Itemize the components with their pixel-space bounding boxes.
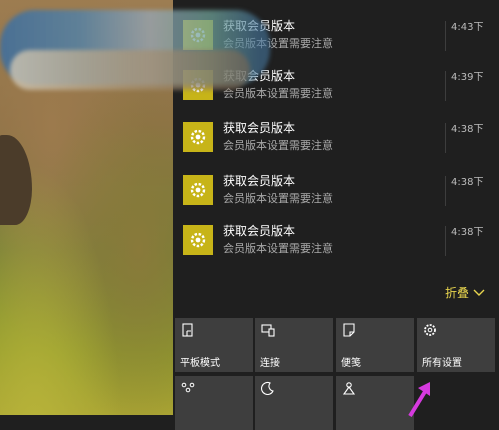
notification-time: 4:39下	[451, 72, 484, 83]
gear-icon	[183, 175, 213, 205]
notification-item[interactable]: 获取会员版本 会员版本设置需要注意 4:38下	[173, 168, 499, 218]
wallpaper-rock	[0, 135, 32, 225]
connect-tile[interactable]: 连接	[255, 318, 333, 372]
notification-time: 4:38下	[451, 177, 484, 188]
moon-icon	[261, 381, 274, 395]
notification-item[interactable]: 获取会员版本 会员版本设置需要注意 4:38下	[173, 218, 499, 268]
gear-icon	[183, 122, 213, 152]
note-icon	[343, 323, 355, 337]
divider	[445, 71, 446, 101]
notification-body: 会员版本设置需要注意	[223, 192, 333, 205]
all-settings-label: 所有设置	[422, 358, 462, 369]
note-label: 便笺	[341, 358, 361, 369]
notification-title: 获取会员版本	[223, 224, 296, 238]
notification-time: 4:43下	[451, 22, 484, 33]
notification-title: 获取会员版本	[223, 174, 296, 188]
settings-icon	[424, 324, 436, 336]
tablet-mode-icon	[182, 323, 193, 337]
notification-time: 4:38下	[451, 227, 484, 238]
connect-icon	[261, 324, 275, 337]
annotation-arrow-icon	[408, 382, 430, 418]
tablet-mode-label: 平板模式	[180, 358, 220, 369]
notification-time: 4:38下	[451, 124, 484, 135]
gear-icon	[183, 225, 213, 255]
network-tile[interactable]	[175, 376, 253, 430]
quiet-hours-tile[interactable]	[255, 376, 333, 430]
divider	[445, 21, 446, 51]
collapse-label: 折叠	[445, 286, 470, 300]
notification-item[interactable]: 获取会员版本 会员版本设置需要注意 4:38下	[173, 115, 499, 165]
divider	[445, 123, 446, 153]
divider	[445, 176, 446, 206]
chevron-down-icon	[473, 289, 485, 296]
network-icon	[181, 382, 195, 393]
notification-body: 会员版本设置需要注意	[223, 139, 333, 152]
all-settings-tile[interactable]: 所有设置	[417, 318, 495, 372]
divider	[445, 226, 446, 256]
notification-body: 会员版本设置需要注意	[223, 242, 333, 255]
collapse-button[interactable]: 折叠	[445, 284, 485, 301]
pixelated-overlay	[10, 50, 250, 90]
connect-label: 连接	[260, 358, 280, 369]
tablet-mode-tile[interactable]: 平板模式	[175, 318, 253, 372]
note-tile[interactable]: 便笺	[336, 318, 414, 372]
location-icon	[342, 382, 356, 395]
notification-title: 获取会员版本	[223, 121, 296, 135]
